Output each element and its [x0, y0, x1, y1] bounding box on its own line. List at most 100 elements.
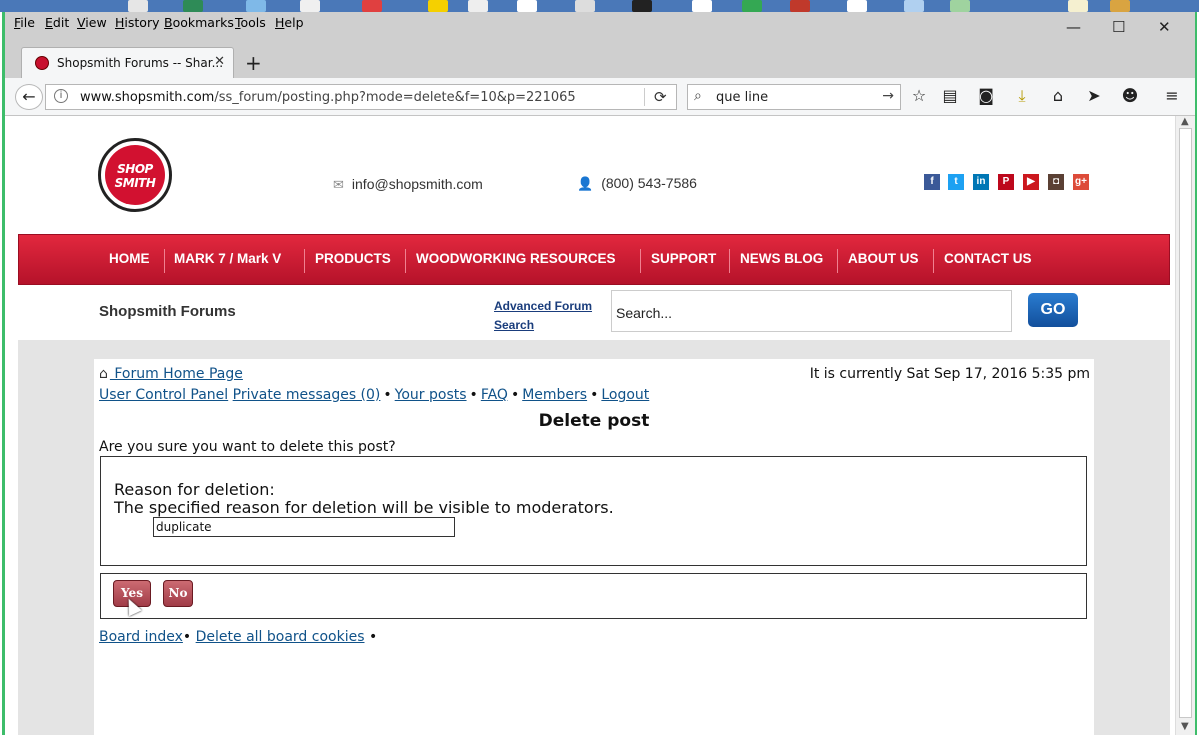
nav-divider	[837, 249, 838, 273]
taskbar-icon[interactable]	[128, 0, 148, 12]
nav-divider	[164, 249, 165, 273]
emoji-icon[interactable]: ☻	[1119, 86, 1141, 105]
taskbar-icon[interactable]	[575, 0, 595, 12]
taskbar-icon[interactable]	[300, 0, 320, 12]
nav-news-blog[interactable]: NEWS BLOG	[740, 251, 823, 266]
twitter-icon[interactable]: t	[948, 174, 964, 190]
menu-view[interactable]: View	[77, 15, 107, 30]
taskbar-icon[interactable]	[790, 0, 810, 12]
go-button[interactable]: GO	[1028, 293, 1078, 327]
bullet: •	[364, 629, 378, 645]
taskbar-icon[interactable]	[950, 0, 970, 12]
bullet: •	[469, 387, 478, 403]
vertical-scrollbar[interactable]: ▲ ▼	[1175, 116, 1195, 735]
bullet: •	[510, 387, 520, 403]
googleplus-icon[interactable]: g+	[1073, 174, 1089, 190]
taskbar-icon[interactable]	[362, 0, 382, 12]
forum-panel: ⌂ Forum Home Page It is currently Sat Se…	[94, 359, 1094, 735]
nav-home[interactable]: HOME	[109, 251, 150, 266]
address-bar[interactable]: i www.shopsmith.com/ss_forum/posting.php…	[45, 84, 677, 110]
back-button[interactable]: ←	[15, 84, 43, 110]
bookmark-star-icon[interactable]: ☆	[908, 86, 930, 105]
downloads-icon[interactable]: ⤓	[1011, 86, 1033, 106]
reload-icon[interactable]: ⟳	[654, 88, 667, 106]
nav-products[interactable]: PRODUCTS	[315, 251, 391, 266]
taskbar-icon[interactable]	[428, 0, 448, 12]
current-time: It is currently Sat Sep 17, 2016 5:35 pm	[809, 366, 1090, 382]
search-go-arrow-icon[interactable]: →	[882, 88, 894, 104]
scroll-down-arrow-icon[interactable]: ▼	[1181, 721, 1189, 732]
footer-links: Board index• Delete all board cookies •	[99, 629, 377, 645]
menu-bar: File Edit View History Bookmarks Tools H…	[5, 12, 1195, 34]
menu-bookmarks[interactable]: Bookmarks	[164, 15, 234, 30]
members-link[interactable]: Members	[522, 387, 587, 403]
bullet: •	[383, 387, 392, 403]
logout-link[interactable]: Logout	[601, 387, 649, 403]
new-tab-button[interactable]: +	[245, 51, 262, 75]
browser-window: File Edit View History Bookmarks Tools H…	[2, 12, 1197, 735]
email-text: info@shopsmith.com	[351, 176, 483, 192]
site-info-icon[interactable]: i	[54, 89, 68, 103]
search-icon: ⌕	[694, 88, 702, 104]
scroll-up-arrow-icon[interactable]: ▲	[1181, 116, 1189, 127]
taskbar-icon[interactable]	[1068, 0, 1088, 12]
send-icon[interactable]: ➤	[1083, 86, 1105, 105]
delete-cookies-link[interactable]: Delete all board cookies	[196, 629, 365, 645]
pocket-icon[interactable]: ◙	[975, 86, 997, 105]
nav-divider	[933, 249, 934, 273]
logo-text-line1: SHOP	[117, 162, 153, 176]
no-button[interactable]: No	[163, 580, 193, 607]
reading-list-icon[interactable]: ▤	[939, 86, 961, 105]
taskbar-icon[interactable]	[1110, 0, 1130, 12]
menu-edit[interactable]: Edit	[45, 15, 69, 30]
reason-label: Reason for deletion:	[114, 480, 275, 499]
taskbar-icon[interactable]	[847, 0, 867, 12]
taskbar-icon[interactable]	[246, 0, 266, 12]
menu-tools[interactable]: Tools	[235, 15, 266, 30]
shopsmith-logo[interactable]: SHOP SMITH	[98, 138, 172, 212]
tab-shopsmith-forums[interactable]: Shopsmith Forums -- Shar... ✕	[21, 47, 234, 78]
nav-support[interactable]: SUPPORT	[651, 251, 716, 266]
taskbar-icon[interactable]	[183, 0, 203, 12]
person-icon: 👤	[577, 176, 594, 191]
nav-contact-us[interactable]: CONTACT US	[944, 251, 1032, 266]
nav-mark7[interactable]: MARK 7 / Mark V	[174, 251, 281, 266]
advanced-search-link[interactable]: Advanced Forum Search	[494, 297, 592, 335]
taskbar-icon[interactable]	[632, 0, 652, 12]
menu-history[interactable]: History	[115, 15, 159, 30]
forum-home-link[interactable]: Forum Home Page	[110, 366, 243, 382]
home-icon[interactable]: ⌂	[1047, 86, 1069, 105]
reason-input[interactable]: duplicate	[153, 517, 455, 537]
taskbar-icon[interactable]	[692, 0, 712, 12]
web-page: SHOP SMITH ✉ info@shopsmith.com 👤 (800) 54…	[5, 116, 1175, 735]
browser-search-box[interactable]: ⌕ que line →	[687, 84, 901, 110]
scrollbar-thumb[interactable]	[1179, 128, 1192, 718]
contact-email[interactable]: ✉ info@shopsmith.com	[333, 176, 483, 193]
nav-divider	[304, 249, 305, 273]
your-posts-link[interactable]: Your posts	[395, 387, 467, 403]
nav-woodworking-resources[interactable]: WOODWORKING RESOURCES	[416, 251, 616, 266]
browser-search-query: que line	[716, 90, 769, 105]
hamburger-menu-icon[interactable]: ≡	[1161, 86, 1183, 105]
menu-help[interactable]: Help	[275, 15, 304, 30]
taskbar-icon[interactable]	[517, 0, 537, 12]
private-messages-link[interactable]: Private messages (0)	[233, 387, 381, 403]
phone-text: (800) 543-7586	[601, 175, 697, 191]
taskbar-icon[interactable]	[904, 0, 924, 12]
linkedin-icon[interactable]: in	[973, 174, 989, 190]
menu-file[interactable]: File	[14, 15, 35, 30]
user-control-panel-link[interactable]: User Control Panel	[99, 387, 228, 403]
youtube-icon[interactable]: ▶	[1023, 174, 1039, 190]
nav-about-us[interactable]: ABOUT US	[848, 251, 919, 266]
faq-link[interactable]: FAQ	[481, 387, 508, 403]
tab-close-icon[interactable]: ✕	[214, 54, 225, 69]
pinterest-icon[interactable]: P	[998, 174, 1014, 190]
contact-phone: 👤 (800) 543-7586	[577, 175, 697, 192]
facebook-icon[interactable]: f	[924, 174, 940, 190]
taskbar-icon[interactable]	[468, 0, 488, 12]
board-index-link[interactable]: Board index	[99, 629, 183, 645]
taskbar-icon[interactable]	[742, 0, 762, 12]
site-search-input[interactable]: Search...	[611, 290, 1012, 332]
url-text: www.shopsmith.com/ss_forum/posting.php?m…	[80, 90, 576, 105]
instagram-icon[interactable]: ◘	[1048, 174, 1064, 190]
